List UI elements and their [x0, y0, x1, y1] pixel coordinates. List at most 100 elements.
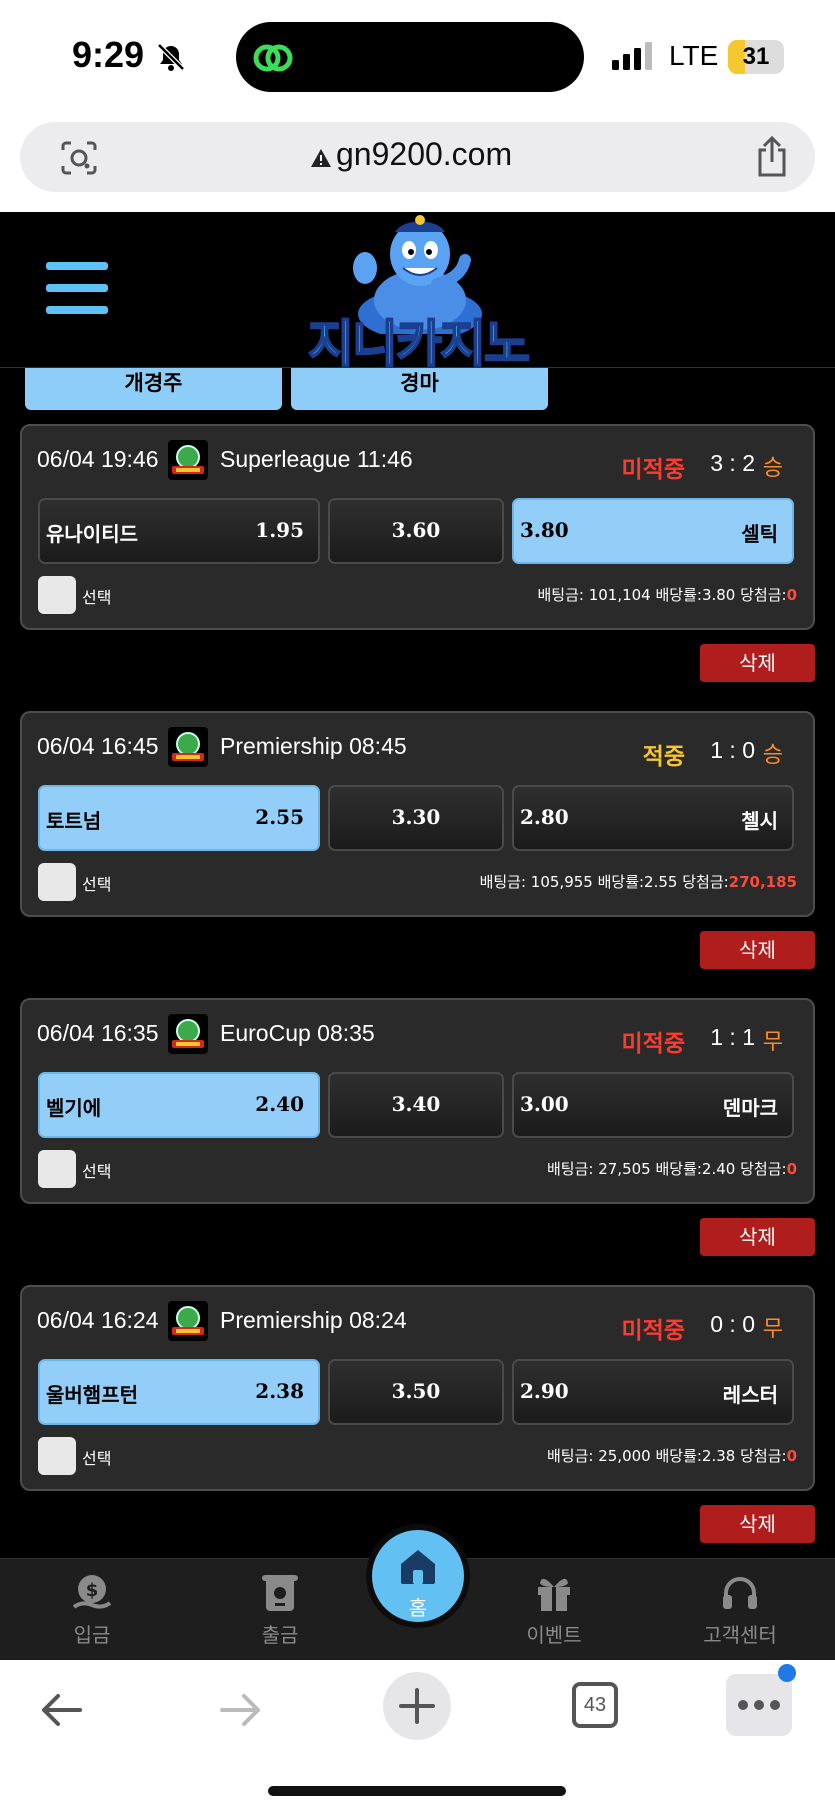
draw-odds-value: 3.30 [391, 805, 441, 829]
nav-home[interactable]: 홈 [372, 1530, 464, 1622]
select-checkbox[interactable] [38, 1437, 76, 1475]
home-indicator [268, 1786, 566, 1796]
nav-deposit[interactable]: $ 입금 [22, 1559, 162, 1661]
away-odds-value: 2.80 [520, 805, 569, 829]
bet-info: 배팅금: 101,104 배당률:3.80 당첨금:0 [537, 584, 797, 605]
site-header: 지니카지노 [0, 212, 835, 374]
match-score: 1 : 0 [710, 737, 755, 763]
new-tab-button[interactable] [383, 1672, 451, 1740]
select-checkbox[interactable] [38, 1150, 76, 1188]
match-score: 1 : 1 [710, 1024, 755, 1050]
draw-odds-button[interactable]: 3.30 [328, 785, 504, 851]
draw-odds-button[interactable]: 3.40 [328, 1072, 504, 1138]
home-odds-button[interactable]: 토트넘 2.55 [38, 785, 320, 851]
back-arrow-icon[interactable] [36, 1684, 88, 1736]
home-odds-button[interactable]: 울버햄프턴 2.38 [38, 1359, 320, 1425]
delete-button[interactable]: 삭제 [700, 1218, 815, 1256]
battery-percentage: 31 [742, 43, 770, 70]
delete-button[interactable]: 삭제 [700, 1505, 815, 1543]
away-odds-button[interactable]: 2.90 레스터 [512, 1359, 794, 1425]
bet-card: 06/04 16:45 Premiership 08:45 적중 1 : 0 승 토트넘 2… [20, 711, 815, 917]
tab-dog-racing[interactable]: 개경주 [25, 368, 282, 410]
win-amount: 270,185 [728, 873, 797, 891]
away-odds-value: 3.00 [520, 1092, 569, 1116]
bet-status: 미적중 [621, 1031, 685, 1057]
draw-odds-value: 3.50 [391, 1379, 441, 1403]
select-checkbox[interactable] [38, 863, 76, 901]
browser-address-area: gn9200.com [0, 112, 835, 212]
select-label: 선택 [82, 875, 112, 894]
home-team-name: 벨기에 [46, 1096, 102, 1120]
match-date: 06/04 16:35 [37, 1020, 159, 1046]
bet-info: 배팅금: 27,505 배당률:2.40 당첨금:0 [547, 1158, 797, 1179]
tab-switcher-button[interactable]: 43 [572, 1682, 618, 1728]
away-odds-button[interactable]: 2.80 첼시 [512, 785, 794, 851]
bet-info: 배팅금: 25,000 배당률:2.38 당첨금:0 [547, 1445, 797, 1466]
select-checkbox[interactable] [38, 576, 76, 614]
network-type: LTE [669, 40, 719, 71]
delete-button[interactable]: 삭제 [700, 931, 815, 969]
win-amount: 0 [786, 1447, 797, 1465]
bet-summary: 배팅금: 105,955 배당률:2.55 당첨금: [479, 873, 729, 891]
bet-summary: 배팅금: 101,104 배당률:3.80 당첨금: [537, 586, 787, 604]
draw-odds-button[interactable]: 3.50 [328, 1359, 504, 1425]
match-score: 0 : 0 [710, 1311, 755, 1337]
menu-icon[interactable] [46, 262, 108, 318]
away-odds-button[interactable]: 3.00 덴마크 [512, 1072, 794, 1138]
nav-customer-center[interactable]: 고객센터 [670, 1559, 810, 1661]
match-date: 06/04 16:45 [37, 733, 159, 759]
away-odds-value: 3.80 [520, 518, 569, 542]
draw-odds-value: 3.40 [391, 1092, 441, 1116]
home-odds-value: 2.40 [255, 1092, 304, 1116]
match-result: 승 [762, 743, 783, 768]
share-icon[interactable] [754, 136, 790, 178]
away-team-name: 셀틱 [741, 522, 778, 546]
win-amount: 0 [786, 586, 797, 604]
match-score: 3 : 2 [710, 450, 755, 476]
deposit-icon: $ [72, 1575, 112, 1609]
tab-horse-racing[interactable]: 경마 [291, 368, 548, 410]
home-team-name: 울버햄프턴 [46, 1383, 138, 1407]
delete-button[interactable]: 삭제 [700, 644, 815, 682]
match-date: 06/04 16:24 [37, 1307, 159, 1333]
league-name: Superleague 11:46 [220, 446, 413, 472]
nav-withdraw[interactable]: 출금 [210, 1559, 350, 1661]
more-menu-button[interactable] [726, 1674, 792, 1736]
draw-odds-value: 3.60 [391, 518, 441, 542]
bet-card: 06/04 16:24 Premiership 08:24 미적중 0 : 0 무 울버햄… [20, 1285, 815, 1491]
away-odds-button[interactable]: 3.80 셀틱 [512, 498, 794, 564]
bet-status: 미적중 [621, 1318, 685, 1344]
bet-info: 배팅금: 105,955 배당률:2.55 당첨금:270,185 [480, 871, 797, 892]
headset-icon [723, 1577, 757, 1609]
soccer-ball-icon [168, 727, 208, 767]
site-logo-text[interactable]: 지니카지노 [298, 304, 538, 376]
status-time: 9:29 [72, 34, 145, 75]
nav-withdraw-label: 출금 [261, 1623, 299, 1647]
bet-summary: 배팅금: 25,000 배당률:2.38 당첨금: [547, 1447, 787, 1465]
soccer-ball-icon [168, 1301, 208, 1341]
plus-icon [399, 1688, 435, 1724]
app-activity-icon [253, 44, 293, 72]
draw-odds-button[interactable]: 3.60 [328, 498, 504, 564]
nav-event[interactable]: 이벤트 [484, 1559, 624, 1661]
bet-card: 06/04 19:46 Superleague 11:46 미적중 3 : 2 승 유나이… [20, 424, 815, 630]
home-icon [401, 1550, 435, 1584]
visual-search-icon[interactable] [60, 140, 98, 176]
soccer-ball-icon [168, 440, 208, 480]
nav-event-label: 이벤트 [526, 1623, 582, 1647]
nav-home-label: 홈 [408, 1596, 428, 1620]
away-team-name: 첼시 [741, 809, 778, 833]
league-name: Premiership 08:45 [220, 733, 407, 759]
url-text[interactable]: gn9200.com [336, 136, 512, 173]
bell-slash-icon [157, 43, 185, 71]
withdraw-icon [262, 1575, 298, 1611]
svg-text:$: $ [86, 1580, 99, 1601]
bet-summary: 배팅금: 27,505 배당률:2.40 당첨금: [547, 1160, 787, 1178]
home-odds-button[interactable]: 유나이티드 1.95 [38, 498, 320, 564]
more-dots-icon [738, 1700, 780, 1710]
forward-arrow-icon[interactable] [214, 1684, 266, 1736]
home-odds-button[interactable]: 벨기에 2.40 [38, 1072, 320, 1138]
match-result: 무 [762, 1317, 783, 1342]
home-odds-value: 2.55 [255, 805, 304, 829]
address-bar[interactable]: gn9200.com [20, 122, 815, 192]
